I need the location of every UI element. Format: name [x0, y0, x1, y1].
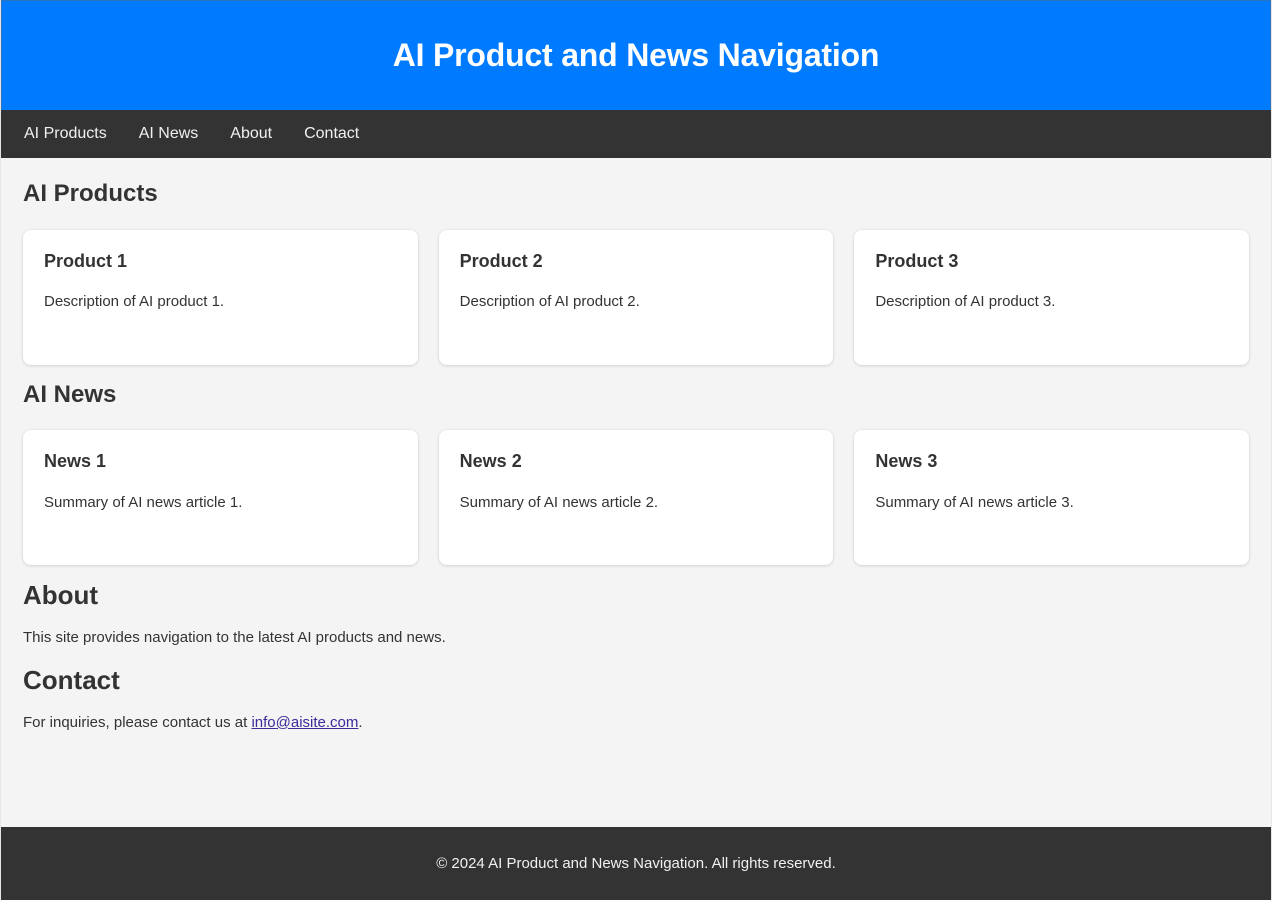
- product-card-description: Description of AI product 1.: [44, 293, 225, 311]
- page-container: AI Product and News Navigation AI Produc…: [0, 0, 1272, 900]
- section-ai-products: AI Products Product 1 Description of AI …: [23, 180, 1250, 365]
- product-card[interactable]: Product 2 Description of AI product 2.: [438, 229, 834, 365]
- nav-link-ai-news[interactable]: AI News: [138, 122, 200, 146]
- news-card[interactable]: News 2 Summary of AI news article 2.: [438, 430, 834, 566]
- nav-link-about[interactable]: About: [229, 122, 273, 146]
- news-card-summary: Summary of AI news article 3.: [875, 493, 1074, 511]
- news-card-title: News 3: [875, 451, 938, 472]
- page-title: AI Product and News Navigation: [392, 37, 880, 74]
- news-card-summary: Summary of AI news article 1.: [44, 493, 243, 511]
- main-content: AI Products Product 1 Description of AI …: [1, 158, 1271, 827]
- news-card[interactable]: News 1 Summary of AI news article 1.: [23, 430, 418, 566]
- news-card-grid: News 1 Summary of AI news article 1. New…: [23, 430, 1250, 566]
- nav-item-ai-products: AI Products: [23, 122, 108, 146]
- main-navigation: AI Products AI News About Contact: [1, 110, 1271, 158]
- site-header: AI Product and News Navigation: [1, 0, 1271, 110]
- nav-list: AI Products AI News About Contact: [23, 122, 390, 146]
- footer-copyright: © 2024 AI Product and News Navigation. A…: [436, 854, 836, 872]
- news-card-summary: Summary of AI news article 2.: [459, 493, 659, 511]
- section-ai-news: AI News News 1 Summary of AI news articl…: [23, 380, 1250, 566]
- nav-link-ai-products[interactable]: AI Products: [23, 122, 108, 146]
- product-card-title: Product 1: [44, 250, 128, 271]
- about-text: This site provides navigation to the lat…: [23, 629, 446, 647]
- section-heading-ai-news: AI News: [23, 380, 117, 408]
- product-card[interactable]: Product 3 Description of AI product 3.: [854, 229, 1250, 365]
- news-card[interactable]: News 3 Summary of AI news article 3.: [854, 430, 1250, 566]
- product-card-title: Product 3: [875, 250, 959, 271]
- product-card-description: Description of AI product 3.: [875, 293, 1056, 311]
- contact-email-link[interactable]: info@aisite.com: [251, 714, 358, 731]
- news-card-title: News 1: [44, 451, 107, 472]
- section-about: About This site provides navigation to t…: [23, 580, 1249, 648]
- product-card-grid: Product 1 Description of AI product 1. P…: [23, 229, 1250, 365]
- nav-item-contact: Contact: [303, 122, 360, 146]
- section-heading-about: About: [23, 580, 99, 611]
- nav-item-ai-news: AI News: [138, 122, 200, 146]
- section-contact: Contact For inquiries, please contact us…: [23, 664, 1249, 733]
- section-heading-ai-products: AI Products: [23, 180, 158, 207]
- section-heading-contact: Contact: [23, 664, 120, 695]
- product-card-description: Description of AI product 2.: [459, 293, 640, 311]
- contact-text: For inquiries, please contact us at info…: [23, 714, 1249, 733]
- product-card[interactable]: Product 1 Description of AI product 1.: [23, 229, 418, 365]
- site-footer: © 2024 AI Product and News Navigation. A…: [1, 827, 1271, 900]
- product-card-title: Product 2: [459, 250, 543, 271]
- nav-link-contact[interactable]: Contact: [303, 122, 360, 146]
- contact-text-prefix: For inquiries, please contact us at: [23, 713, 252, 731]
- news-card-title: News 2: [459, 451, 522, 472]
- nav-item-about: About: [229, 122, 273, 146]
- contact-text-suffix: .: [358, 713, 363, 731]
